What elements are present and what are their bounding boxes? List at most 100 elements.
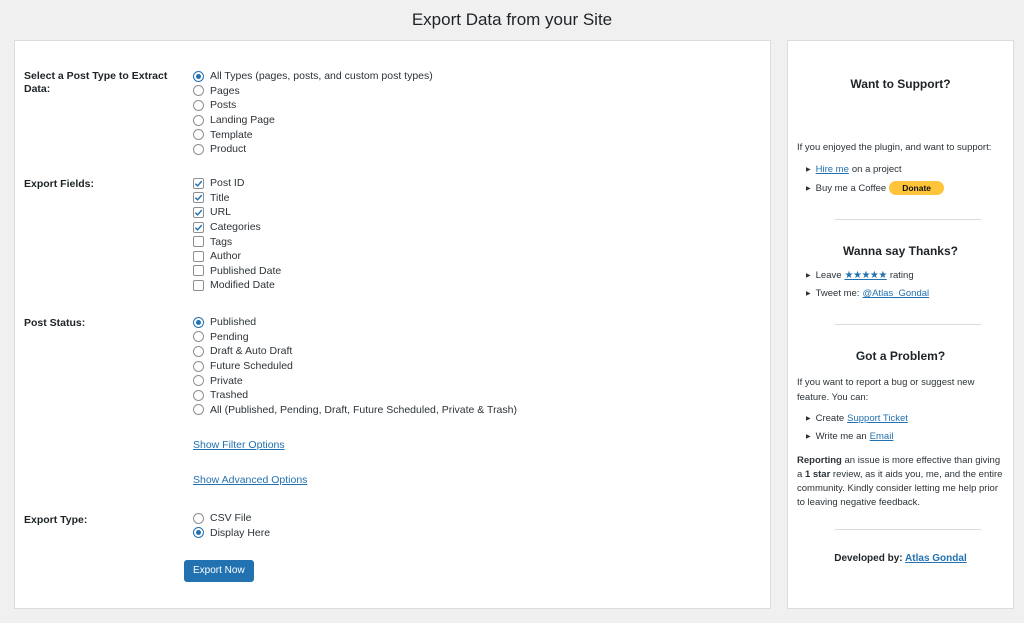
radio-unchecked[interactable] [193,375,204,387]
option-label: Display Here [210,526,271,539]
post-type-option[interactable]: Template [193,127,433,142]
radio-unchecked[interactable] [193,345,204,357]
post-type-option[interactable]: All Types (pages, posts, and custom post… [193,69,433,84]
note-bold-reporting: Reporting [797,455,842,466]
post-status-options: Published Pending Draft & Auto Draft Future… [193,315,517,417]
checkbox-checked[interactable] [193,177,204,189]
radio-unchecked[interactable] [193,99,204,111]
option-label: Posts [210,99,237,112]
option-label: Pages [210,84,240,97]
bullet-triangle-icon: ▶ [806,185,811,192]
export-now-button[interactable]: Export Now [184,560,254,582]
checkmark-icon [194,224,203,231]
radio-checked[interactable] [193,70,204,82]
export-fields-option[interactable]: URL [193,205,281,220]
radio-unchecked[interactable] [193,512,204,524]
note-bold-1-star: 1 star [804,469,831,480]
post-type-option[interactable]: Product [193,142,433,157]
rating-suffix: rating [889,270,914,281]
checkbox-unchecked[interactable] [193,265,204,277]
checkbox-unchecked[interactable] [193,236,204,248]
support-heading: Want to Support? [850,77,951,91]
post-type-option[interactable]: Posts [193,98,433,113]
export-type-options: CSV File Display Here [193,511,270,540]
ticket-prefix: Create [815,413,845,424]
radio-unchecked[interactable] [193,129,204,141]
export-fields-option[interactable]: Title [193,191,281,206]
export-type-option[interactable]: CSV File [193,511,270,526]
post-status-option[interactable]: Future Scheduled [193,359,517,374]
option-label: Future Scheduled [210,360,293,373]
donate-button[interactable]: Donate [889,181,945,195]
option-label: CSV File [210,512,252,525]
bullet-triangle-icon: ▶ [806,273,811,279]
show-advanced-options-link[interactable]: Show Advanced Options [193,474,307,486]
checkbox-checked[interactable] [193,192,204,204]
radio-unchecked[interactable] [193,360,204,372]
sidebar-panel: Want to Support? If you enjoyed the plug… [787,40,1014,609]
radio-unchecked[interactable] [193,389,204,401]
bullet-triangle-icon: ▶ [806,291,811,297]
option-label: URL [210,206,232,219]
coffee-item: ▶ Buy me a Coffee Donate [806,181,945,195]
option-label: Private [210,374,243,387]
developed-by-label: Developed by: [834,553,903,564]
divider [835,324,981,325]
radio-checked[interactable] [193,527,204,539]
export-fields-option[interactable]: Published Date [193,264,281,279]
post-type-options: All Types (pages, posts, and custom post… [193,69,433,157]
radio-unchecked[interactable] [193,114,204,126]
hire-me-item: ▶ Hire me on a project [806,164,902,175]
post-status-label: Post Status: [24,317,86,329]
post-status-option[interactable]: Draft & Auto Draft [193,344,517,359]
tweet-prefix: Tweet me: [815,288,860,299]
export-fields-option[interactable]: Post ID [193,176,281,191]
email-prefix: Write me an [815,431,867,442]
option-label: Pending [210,330,249,343]
hire-me-link[interactable]: Hire me [816,164,849,175]
export-fields-option[interactable]: Categories [193,220,281,235]
email-item: ▶ Write me an Email [806,431,893,442]
author-link[interactable]: Atlas Gondal [905,553,967,564]
post-type-option[interactable]: Landing Page [193,113,433,128]
problem-heading: Got a Problem? [855,349,946,363]
option-label: Title [210,191,230,204]
export-fields-option[interactable]: Author [193,249,281,264]
radio-checked[interactable] [193,316,204,328]
export-type-option[interactable]: Display Here [193,526,270,541]
post-status-option[interactable]: Pending [193,330,517,345]
export-fields-option[interactable]: Tags [193,234,281,249]
twitter-handle-link[interactable]: @Atlas_Gondal [862,288,929,299]
option-label: Template [210,128,253,141]
option-label: Modified Date [210,279,275,292]
option-label: Published [210,316,257,329]
export-type-label: Export Type: [24,514,88,526]
export-fields-options: Post ID Title URL Categories Tags Author Publi… [193,176,281,293]
export-form-panel: Select a Post Type to Extract Data: All … [14,40,771,609]
checkbox-unchecked[interactable] [193,279,204,291]
checkbox-unchecked[interactable] [193,250,204,262]
option-label: All (Published, Pending, Draft, Future S… [210,403,517,416]
option-label: Post ID [210,177,245,190]
radio-unchecked[interactable] [193,85,204,97]
bullet-triangle-icon: ▶ [806,416,811,422]
show-filter-options-link[interactable]: Show Filter Options [193,439,285,451]
radio-unchecked[interactable] [193,404,204,416]
reporting-note: Reporting an issue is more effective tha… [797,454,1005,510]
email-link[interactable]: Email [870,431,894,442]
checkmark-icon [194,195,203,202]
post-status-option[interactable]: Private [193,373,517,388]
five-star-rating-link[interactable]: ★★★★★ [845,270,888,281]
post-type-label: Select a Post Type to Extract Data: [24,70,168,95]
checkbox-checked[interactable] [193,221,204,233]
post-status-option[interactable]: All (Published, Pending, Draft, Future S… [193,403,517,418]
post-type-option[interactable]: Pages [193,84,433,99]
radio-unchecked[interactable] [193,143,204,155]
radio-unchecked[interactable] [193,331,204,343]
checkbox-checked[interactable] [193,206,204,218]
post-status-option[interactable]: Published [193,315,517,330]
post-status-option[interactable]: Trashed [193,388,517,403]
export-fields-option[interactable]: Modified Date [193,278,281,293]
checkmark-icon [194,209,203,216]
support-ticket-link[interactable]: Support Ticket [847,413,908,424]
